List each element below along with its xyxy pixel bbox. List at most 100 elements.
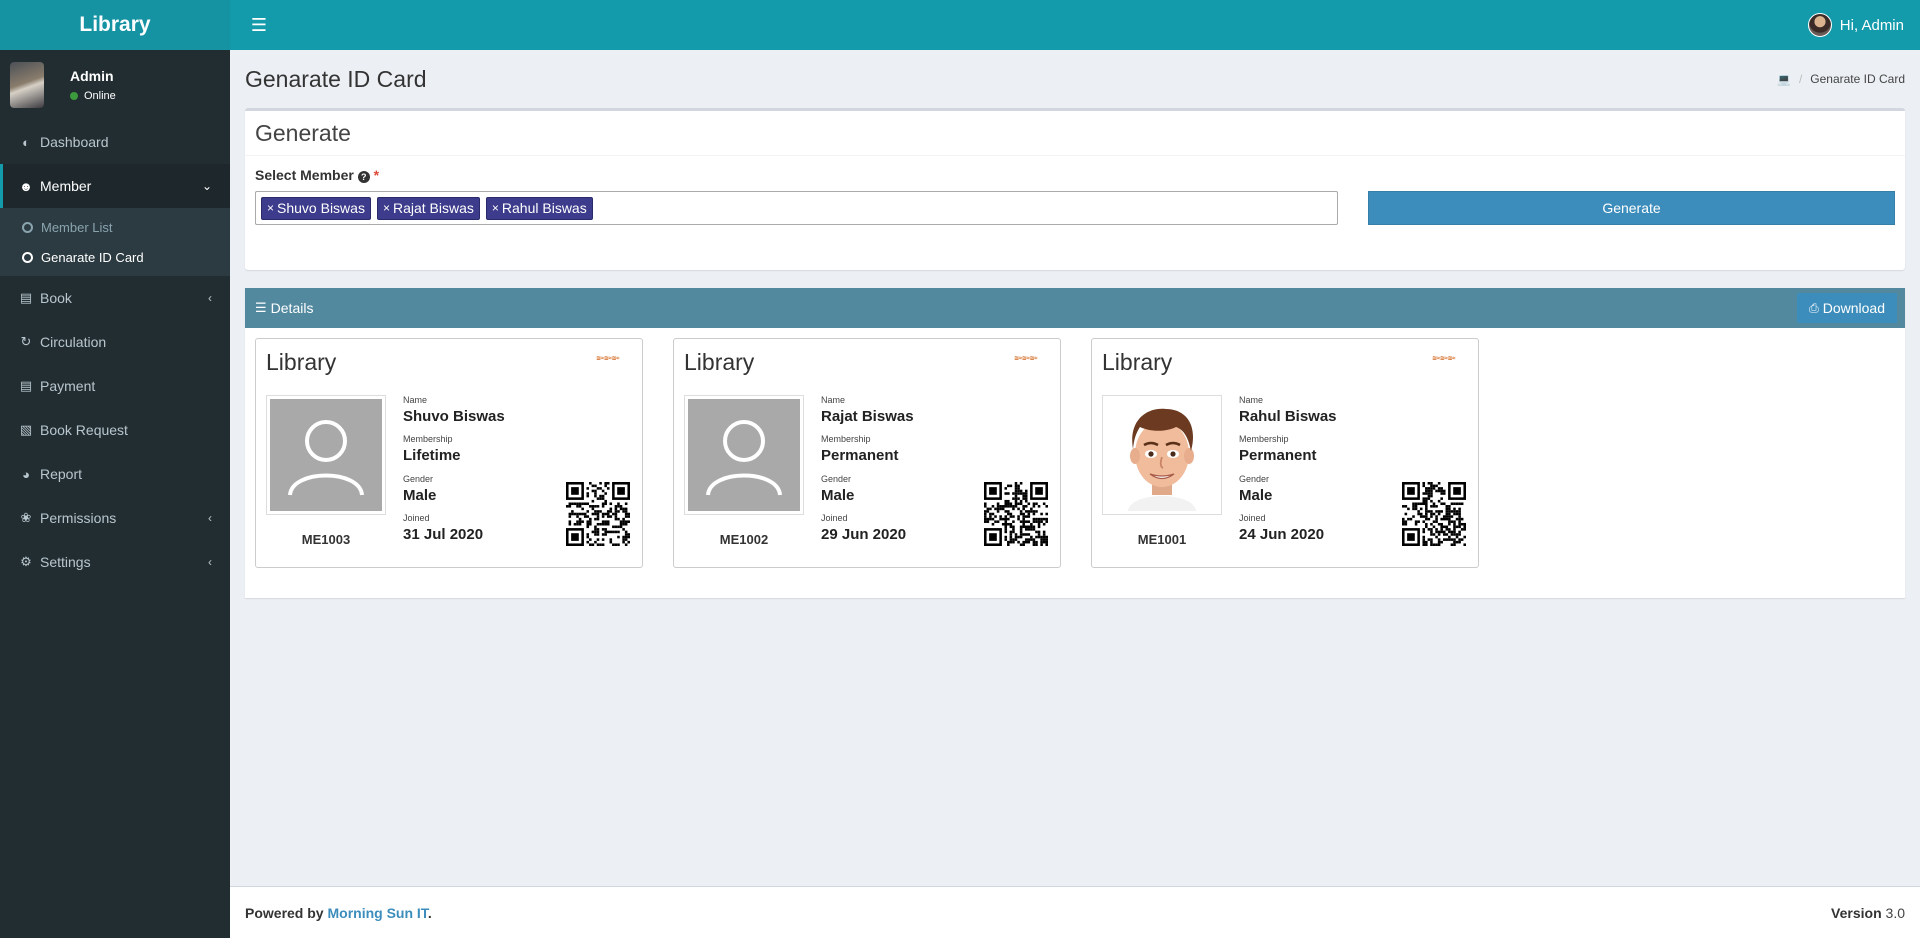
sidebar-item-dashboard[interactable]: ◐ Dashboard xyxy=(0,120,230,164)
selected-member-tag: × Rahul Biswas xyxy=(485,196,593,220)
joined-label: Joined xyxy=(403,513,430,523)
gender-value: Male xyxy=(1239,487,1273,504)
member-submenu: Member List Genarate ID Card xyxy=(0,208,230,276)
sidebar-subitem-label: Genarate ID Card xyxy=(41,249,144,265)
circle-icon xyxy=(22,251,33,263)
sidebar-item-book-request[interactable]: ▧ Book Request xyxy=(0,408,230,452)
user-placeholder-icon xyxy=(706,420,782,496)
user-placeholder-icon xyxy=(288,420,364,496)
gender-value: Male xyxy=(403,487,437,504)
required-mark: * xyxy=(373,167,380,183)
select-member-label: Select Member ? * xyxy=(255,167,1895,183)
laptop-icon[interactable]: 💻 xyxy=(1777,73,1791,86)
member-name: Shuvo Biswas xyxy=(403,408,505,425)
joined-value: 31 Jul 2020 xyxy=(403,526,484,543)
book-open-icon: ▧ xyxy=(19,422,33,437)
chevron-left-icon: ‹ xyxy=(208,555,212,569)
paw-icon: ❀ xyxy=(20,510,32,525)
online-dot-icon xyxy=(70,92,78,100)
membership-value: Permanent xyxy=(1239,447,1317,464)
app-logo[interactable]: Library xyxy=(0,0,230,50)
member-name: Rahul Biswas xyxy=(1239,408,1337,425)
gender-label: Gender xyxy=(403,474,434,484)
select-member-label-text: Select Member xyxy=(255,167,354,183)
breadcrumb: 💻 / Genarate ID Card xyxy=(1777,72,1905,86)
sidebar-item-payment[interactable]: ▤ Payment xyxy=(0,364,230,408)
remove-tag-icon[interactable]: × xyxy=(267,201,274,215)
sidebar-item-label: Book Request xyxy=(40,422,128,438)
card-title: Library xyxy=(1102,349,1173,375)
member-name: Rajat Biswas xyxy=(821,408,914,425)
sidebar-item-settings[interactable]: ⚙ Settings ‹ xyxy=(0,540,230,584)
sidebar-item-label: Payment xyxy=(40,378,96,394)
qr-code-icon xyxy=(566,482,630,546)
top-navbar: Library ☰ Hi, Admin xyxy=(0,0,1920,50)
generate-box-title: Generate xyxy=(245,111,1905,156)
footer: Powered by Morning Sun IT. Version 3.0 xyxy=(230,886,1920,938)
member-photo xyxy=(266,395,386,515)
member-id: ME1001 xyxy=(1137,532,1187,547)
pie-chart-icon: ◕ xyxy=(22,466,30,482)
users-icon: ☻ xyxy=(19,178,33,194)
sidebar-item-label: Dashboard xyxy=(40,134,109,150)
sidebar-subitem-label: Member List xyxy=(41,219,113,235)
user-status-label: Online xyxy=(84,90,116,102)
user-status: Online xyxy=(70,90,116,102)
company-logo-icon: ≅≈≅≈≅≈ xyxy=(596,356,620,362)
membership-label: Membership xyxy=(821,434,871,444)
chevron-left-icon: ‹ xyxy=(208,511,212,525)
tag-label: Shuvo Biswas xyxy=(277,200,365,216)
sidebar-item-label: Report xyxy=(40,466,83,482)
joined-label: Joined xyxy=(821,513,848,523)
download-button[interactable]: ⎙ Download xyxy=(1797,293,1897,323)
cartoon-avatar-icon xyxy=(1128,408,1196,511)
circle-icon xyxy=(22,221,33,233)
details-panel: ☰ Details ⎙ Download Library ≅≈≅≈≅≈ ME10… xyxy=(245,288,1905,598)
selected-member-tag: × Rajat Biswas xyxy=(376,196,480,220)
main-content: Genarate ID Card 💻 / Genarate ID Card Ge… xyxy=(230,50,1920,886)
sidebar: Admin Online ◐ Dashboard ☻ Member ⌄ Memb… xyxy=(0,50,230,938)
sidebar-item-label: Book xyxy=(40,290,72,306)
user-panel: Admin Online xyxy=(0,50,230,120)
remove-tag-icon[interactable]: × xyxy=(492,201,499,215)
refresh-icon: ↻ xyxy=(20,334,32,349)
name-label: Name xyxy=(403,395,428,405)
company-link[interactable]: Morning Sun IT xyxy=(327,905,427,921)
member-select-input[interactable]: × Shuvo Biswas × Rajat Biswas × Rahul Bi… xyxy=(255,191,1338,225)
sidebar-item-circulation[interactable]: ↻ Circulation xyxy=(0,320,230,364)
sidebar-item-member[interactable]: ☻ Member ⌄ xyxy=(0,164,230,208)
gender-label: Gender xyxy=(821,474,852,484)
book-icon: ▤ xyxy=(19,290,33,305)
sidebar-subitem-generate-id-card[interactable]: Genarate ID Card xyxy=(0,242,230,272)
download-label: Download xyxy=(1822,300,1885,316)
generate-button[interactable]: Generate xyxy=(1368,191,1895,225)
sidebar-item-report[interactable]: ◕ Report xyxy=(0,452,230,496)
user-greeting: Hi, Admin xyxy=(1839,16,1904,34)
sidebar-item-label: Circulation xyxy=(40,334,107,350)
member-id: ME1002 xyxy=(719,532,769,547)
sidebar-item-book[interactable]: ▤ Book ‹ xyxy=(0,276,230,320)
name-label: Name xyxy=(1239,395,1264,405)
details-title: Details xyxy=(270,300,314,316)
money-icon: ▤ xyxy=(19,378,33,393)
gender-label: Gender xyxy=(1239,474,1270,484)
id-card: Library ≅≈≅≈≅≈ ME1001 Name Rahul Biswas … xyxy=(1091,338,1479,568)
remove-tag-icon[interactable]: × xyxy=(383,201,390,215)
joined-value: 24 Jun 2020 xyxy=(1239,526,1325,543)
sidebar-subitem-member-list[interactable]: Member List xyxy=(0,212,230,242)
gender-value: Male xyxy=(821,487,855,504)
qr-code-icon xyxy=(1402,482,1466,546)
sidebar-item-permissions[interactable]: ❀ Permissions ‹ xyxy=(0,496,230,540)
tag-label: Rajat Biswas xyxy=(392,200,474,216)
user-avatar-small xyxy=(1807,13,1832,37)
qr-code-icon xyxy=(984,482,1048,546)
avatar xyxy=(10,62,44,108)
version-label: Version xyxy=(1831,904,1882,921)
question-circle-icon[interactable]: ? xyxy=(357,171,370,183)
chevron-left-icon: ‹ xyxy=(208,291,212,305)
tag-label: Rahul Biswas xyxy=(501,200,587,216)
sidebar-toggle-icon[interactable]: ☰ xyxy=(238,0,280,50)
card-title: Library xyxy=(684,349,755,375)
user-menu[interactable]: Hi, Admin xyxy=(1807,0,1920,50)
version-number: 3.0 xyxy=(1885,904,1905,921)
